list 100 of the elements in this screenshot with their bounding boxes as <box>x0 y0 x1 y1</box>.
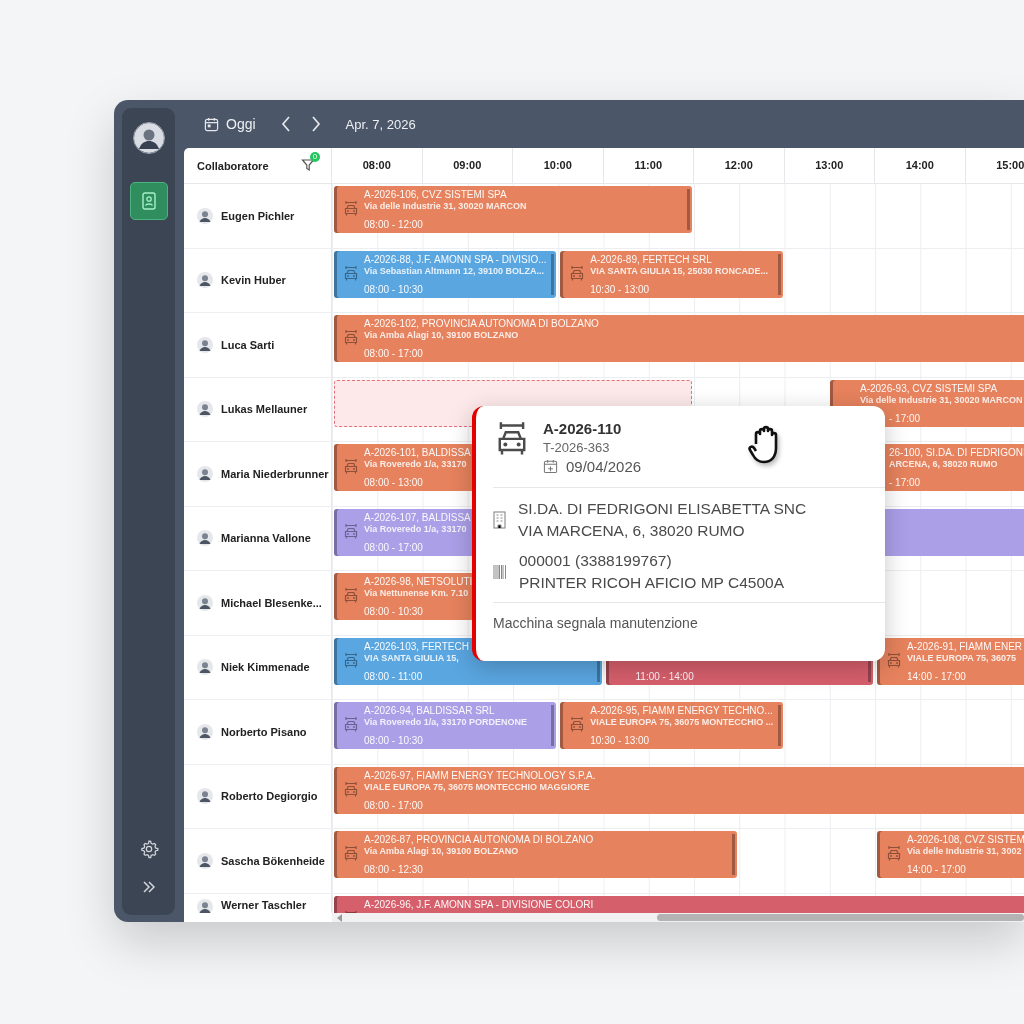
avatar-icon <box>197 272 213 289</box>
collaborator-name: Roberto Degiorgio <box>221 790 318 803</box>
current-date: Apr. 7, 2026 <box>345 116 416 132</box>
avatar-icon <box>197 530 213 547</box>
customer-address: VIA MARCENA, 6, 38020 RUMO <box>518 522 746 540</box>
appointment-block[interactable]: A-2026-106, CVZ SISTEMI SPA Via delle Industrie 31, 30020 MARCON 08:00 - 12:00 <box>334 186 692 233</box>
appointment-time: 08:00 - 17:00 <box>364 799 423 811</box>
hour-header: 13:00 <box>784 148 875 183</box>
appointment-title: A-2026-103, FERTECH <box>364 640 469 652</box>
appointment-title: A-2026-87, PROVINCIA AUTONOMA DI BOLZANO <box>364 834 594 845</box>
appointment-time: 08:00 - 12:00 <box>364 219 423 230</box>
collaborator-name: Niek Kimmenade <box>221 661 310 674</box>
car-wrench-icon <box>343 200 359 218</box>
settings-icon[interactable] <box>138 839 159 859</box>
hour-header: 12:00 <box>694 148 785 183</box>
avatar-icon <box>197 852 213 869</box>
appointment-block[interactable]: A-2026-95, FIAMM ENERGY TECHNO... VIALE EUROPA 75, 36075 MONTECCHIO ... 10:30 - 13:00 <box>560 702 783 749</box>
machine-model: PRINTER RICOH AFICIO MP C4500A <box>519 574 784 592</box>
appointment-time: - 17:00 <box>889 412 921 424</box>
appointment-block[interactable]: A-2026-94, BALDISSAR SRL Via Roveredo 1/a, 33170 PORDENONE 08:00 - 10:30 <box>334 702 557 749</box>
calendar-icon <box>204 116 219 132</box>
car-wrench-icon <box>343 651 359 670</box>
appointment-address: Via Amba Alagi 10, 39100 BOLZANO <box>364 846 519 856</box>
collaborator-name: Lukas Mellauner <box>221 403 308 416</box>
appointment-address: Via delle Industrie 31, 30020 MARCON <box>364 201 527 211</box>
avatar-icon <box>197 594 213 611</box>
collaborator-name: Maria Niederbrunner <box>221 467 329 480</box>
collaborator-name: Michael Blesenke... <box>221 596 322 609</box>
avatar-icon <box>197 336 213 353</box>
appointment-time: 10:30 - 13:00 <box>590 283 650 295</box>
appointment-note: Macchina segnala manutenzione <box>493 602 885 631</box>
hour-header: 11:00 <box>603 148 694 183</box>
appointment-date: 09/04/2026 <box>566 458 642 475</box>
appointment-time: 08:00 - 17:00 <box>364 541 423 553</box>
appointment-block[interactable]: A-2026-98, NETSOLUTI Via Nettunense Km. 7.10 08:00 - 10:30 <box>334 573 474 620</box>
appointment-time: 10:30 - 13:00 <box>590 735 650 746</box>
building-icon <box>493 511 506 529</box>
avatar-icon <box>197 207 213 224</box>
hour-header: 14:00 <box>875 148 966 183</box>
collaborator-name: Sascha Bökenheide <box>221 854 325 867</box>
appointment-block[interactable]: A-2026-87, PROVINCIA AUTONOMA DI BOLZANO Via Amba Alagi 10, 39100 BOLZANO 08:00 - 12:30 <box>334 831 738 878</box>
appointment-time: 11:00 - 14:00 <box>635 670 694 682</box>
next-icon[interactable] <box>309 115 322 133</box>
car-wrench-icon <box>886 845 902 863</box>
appointment-address: Via delle Industrie 31, 3002 <box>907 846 1022 856</box>
appointment-address: VIA SANTA GIULIA 15, <box>364 652 459 663</box>
schedule-nav-button[interactable] <box>129 182 168 220</box>
appointment-time: 08:00 - 10:30 <box>364 283 423 295</box>
horizontal-scrollbar[interactable] <box>332 913 1024 922</box>
car-wrench-icon <box>343 458 359 476</box>
calendar-icon <box>543 459 558 474</box>
appointment-address: Via Sebastian Altmann 12, 39100 BOLZA... <box>364 265 545 276</box>
car-wrench-icon <box>569 716 586 734</box>
appointment-title: A-2026-97, FIAMM ENERGY TECHNOLOGY S.P.A. <box>364 769 596 781</box>
appointment-address: VIALE EUROPA 75, 36075 MONTECCHIO ... <box>590 717 774 727</box>
filter-count-badge: 0 <box>310 152 320 162</box>
car-wrench-icon <box>343 716 359 734</box>
today-button[interactable]: Oggi <box>204 116 262 132</box>
appointment-title: A-2026-88, J.F. AMONN SPA - DIVISIO... <box>364 253 547 265</box>
avatar-icon <box>197 898 213 913</box>
appointment-block[interactable]: A-2026-101, BALDISSA Via Roveredo 1/a, 33170 08:00 - 13:00 <box>334 444 474 491</box>
appointment-code: A-2026-110 <box>543 420 623 437</box>
appointment-title: A-2026-91, FIAMM ENER <box>907 640 1023 652</box>
appointment-time: 08:00 - 12:30 <box>364 864 423 875</box>
appointment-address: Via delle Industrie 31, 30020 MARCON <box>860 394 1023 405</box>
car-wrench-icon <box>886 651 902 670</box>
avatar-icon <box>197 788 213 805</box>
avatar-icon[interactable] <box>132 122 165 154</box>
appointment-title: A-2026-95, FIAMM ENERGY TECHNO... <box>590 705 773 716</box>
appointment-address: VIA SANTA GIULIA 15, 25030 RONCADE... <box>590 265 769 276</box>
appointment-address: Via Amba Alagi 10, 39100 BOLZANO <box>364 330 519 340</box>
collaborator-name: Kevin Huber <box>221 274 286 287</box>
appointment-title: A-2026-108, CVZ SISTEM <box>907 834 1024 845</box>
appointment-title: A-2026-93, CVZ SISTEMI SPA <box>860 382 998 394</box>
ticket-code: T-2026-363 <box>543 440 611 455</box>
appointment-title: A-2026-89, FERTECH SRL <box>590 253 712 265</box>
customer-name: SI.DA. DI FEDRIGONI ELISABETTA SNC <box>518 500 807 518</box>
appointment-title: A-2026-102, PROVINCIA AUTONOMA DI BOLZANO <box>364 318 599 329</box>
car-wrench-icon <box>343 587 359 605</box>
appointment-address: VIALE EUROPA 75, 36075 MONTECCHIO MAGGIORE <box>364 781 590 792</box>
appointment-time: - 17:00 <box>889 477 921 488</box>
appointment-time: 08:00 - 13:00 <box>364 477 423 488</box>
appointment-address: Via Nettunense Km. 7.10 <box>364 588 469 598</box>
machine-serial: 000001 (3388199767) <box>519 552 673 570</box>
hour-header: 15:00 <box>965 148 1024 183</box>
appointment-address: Via Roveredo 1/a, 33170 <box>364 459 467 469</box>
expand-icon[interactable] <box>141 881 156 893</box>
previous-icon[interactable] <box>279 115 292 133</box>
car-wrench-icon <box>569 264 586 283</box>
appointment-title: 26-100, SI.DA. DI FEDRIGONI <box>889 447 1024 458</box>
filter-icon[interactable] <box>301 158 315 172</box>
appointment-title: A-2026-96, J.F. AMONN SPA - DIVISIONE COLORI <box>364 898 594 910</box>
hour-header: 09:00 <box>422 148 513 183</box>
collaborator-name: Werner Taschler <box>221 898 307 911</box>
car-wrench-icon <box>343 264 359 283</box>
appointment-block[interactable]: A-2026-89, FERTECH SRL VIA SANTA GIULIA 15, 25030 RONCADE... 10:30 - 13:00 <box>560 250 783 298</box>
collaborator-name: Norberto Pisano <box>221 725 307 738</box>
appointment-time: 14:00 - 17:00 <box>907 864 966 875</box>
appointment-block[interactable]: A-2026-88, J.F. AMONN SPA - DIVISIO... Via Sebastian Altmann 12, 39100 BOLZA... 08:00 - 10:30 <box>334 250 557 298</box>
collaborator-name: Luca Sarti <box>221 338 275 351</box>
